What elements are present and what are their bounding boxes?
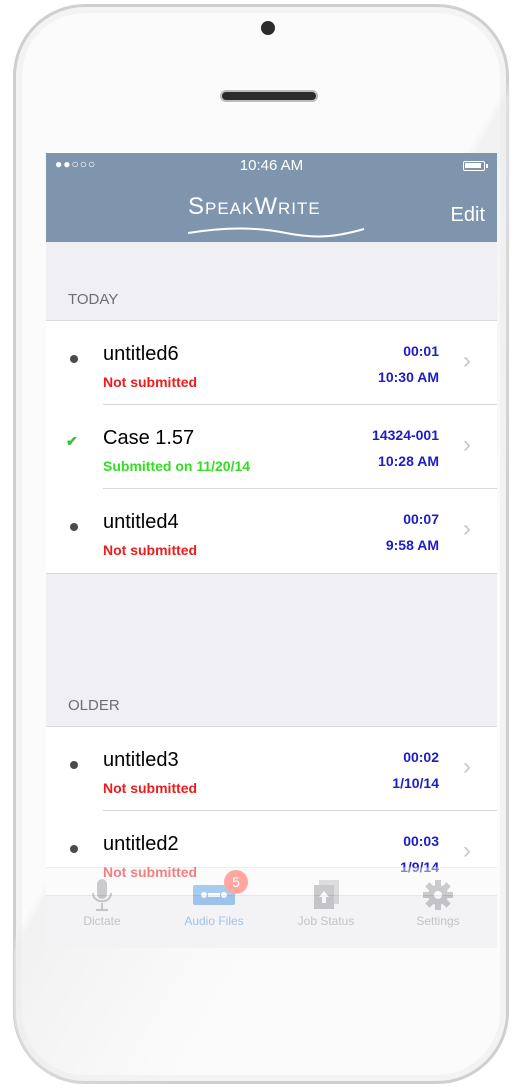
item-status: Not submitted [103, 374, 198, 390]
chevron-right-icon: › [463, 515, 471, 542]
section-header-today: TODAY [68, 291, 119, 308]
item-date: 1/10/14 [392, 775, 439, 791]
item-status: Not submitted [103, 542, 198, 558]
app-logo: SpeakWrite [188, 193, 321, 220]
list-item[interactable]: untitled6 Not submitted 00:01 10:30 AM › [46, 321, 497, 405]
item-time: 10:28 AM [378, 453, 439, 469]
dot-icon [70, 845, 78, 853]
item-job-number: 14324-001 [372, 427, 439, 443]
item-title: untitled4 [103, 511, 179, 533]
logo-swoosh-icon [187, 227, 365, 238]
item-time: 10:30 AM [378, 369, 439, 385]
notification-badge: 5 [224, 870, 248, 894]
speaker-grille [220, 90, 318, 102]
item-title: untitled3 [103, 749, 179, 771]
battery-icon [463, 161, 488, 171]
camera-icon [261, 21, 275, 35]
tab-settings[interactable]: Settings [382, 868, 494, 948]
item-duration: 00:01 [403, 343, 439, 359]
item-title: untitled6 [103, 343, 179, 365]
document-upload-icon [270, 878, 382, 912]
item-duration: 00:02 [403, 749, 439, 765]
tab-label: Dictate [83, 914, 121, 928]
item-status: Submitted on 11/20/14 [103, 458, 251, 474]
gear-icon [382, 878, 494, 912]
cassette-icon [158, 878, 270, 912]
chevron-right-icon: › [463, 431, 471, 458]
status-time: 10:46 AM [239, 157, 304, 174]
section-header-older: OLDER [68, 697, 120, 714]
dot-icon [70, 523, 78, 531]
list-item[interactable]: untitled4 Not submitted 00:07 9:58 AM › [46, 489, 497, 573]
tab-label: Job Status [297, 914, 355, 928]
chevron-right-icon: › [463, 837, 471, 864]
item-time: 9:58 AM [385, 537, 439, 553]
microphone-icon [46, 878, 158, 912]
item-duration: 00:07 [403, 511, 439, 527]
tab-job-status[interactable]: Job Status [270, 868, 382, 948]
edit-button[interactable]: Edit [451, 204, 485, 227]
item-duration: 00:03 [403, 833, 439, 849]
list-item[interactable]: untitled3 Not submitted 00:02 1/10/14 › [46, 727, 497, 811]
app-screen: ●●○○○ 10:46 AM SpeakWrite Edit TODAY unt… [46, 153, 497, 948]
check-icon: ✔ [66, 433, 78, 449]
chevron-right-icon: › [463, 347, 471, 374]
list-item[interactable]: ✔ Case 1.57 Submitted on 11/20/14 14324-… [46, 405, 497, 489]
chevron-right-icon: › [463, 753, 471, 780]
dot-icon [70, 761, 78, 769]
item-status: Not submitted [103, 780, 198, 796]
tab-audio-files[interactable]: 5 Audio Files [158, 868, 270, 948]
item-title: Case 1.57 [103, 427, 195, 449]
tab-dictate[interactable]: Dictate [46, 868, 158, 948]
tab-label: Settings [416, 914, 460, 928]
today-list: untitled6 Not submitted 00:01 10:30 AM ›… [46, 320, 497, 574]
navigation-bar: ●●○○○ 10:46 AM SpeakWrite Edit [46, 153, 497, 242]
item-title: untitled2 [103, 833, 179, 855]
tab-bar: Dictate 5 Audio Files Job Status Setting… [46, 867, 497, 948]
dot-icon [70, 355, 78, 363]
tab-label: Audio Files [184, 914, 244, 928]
